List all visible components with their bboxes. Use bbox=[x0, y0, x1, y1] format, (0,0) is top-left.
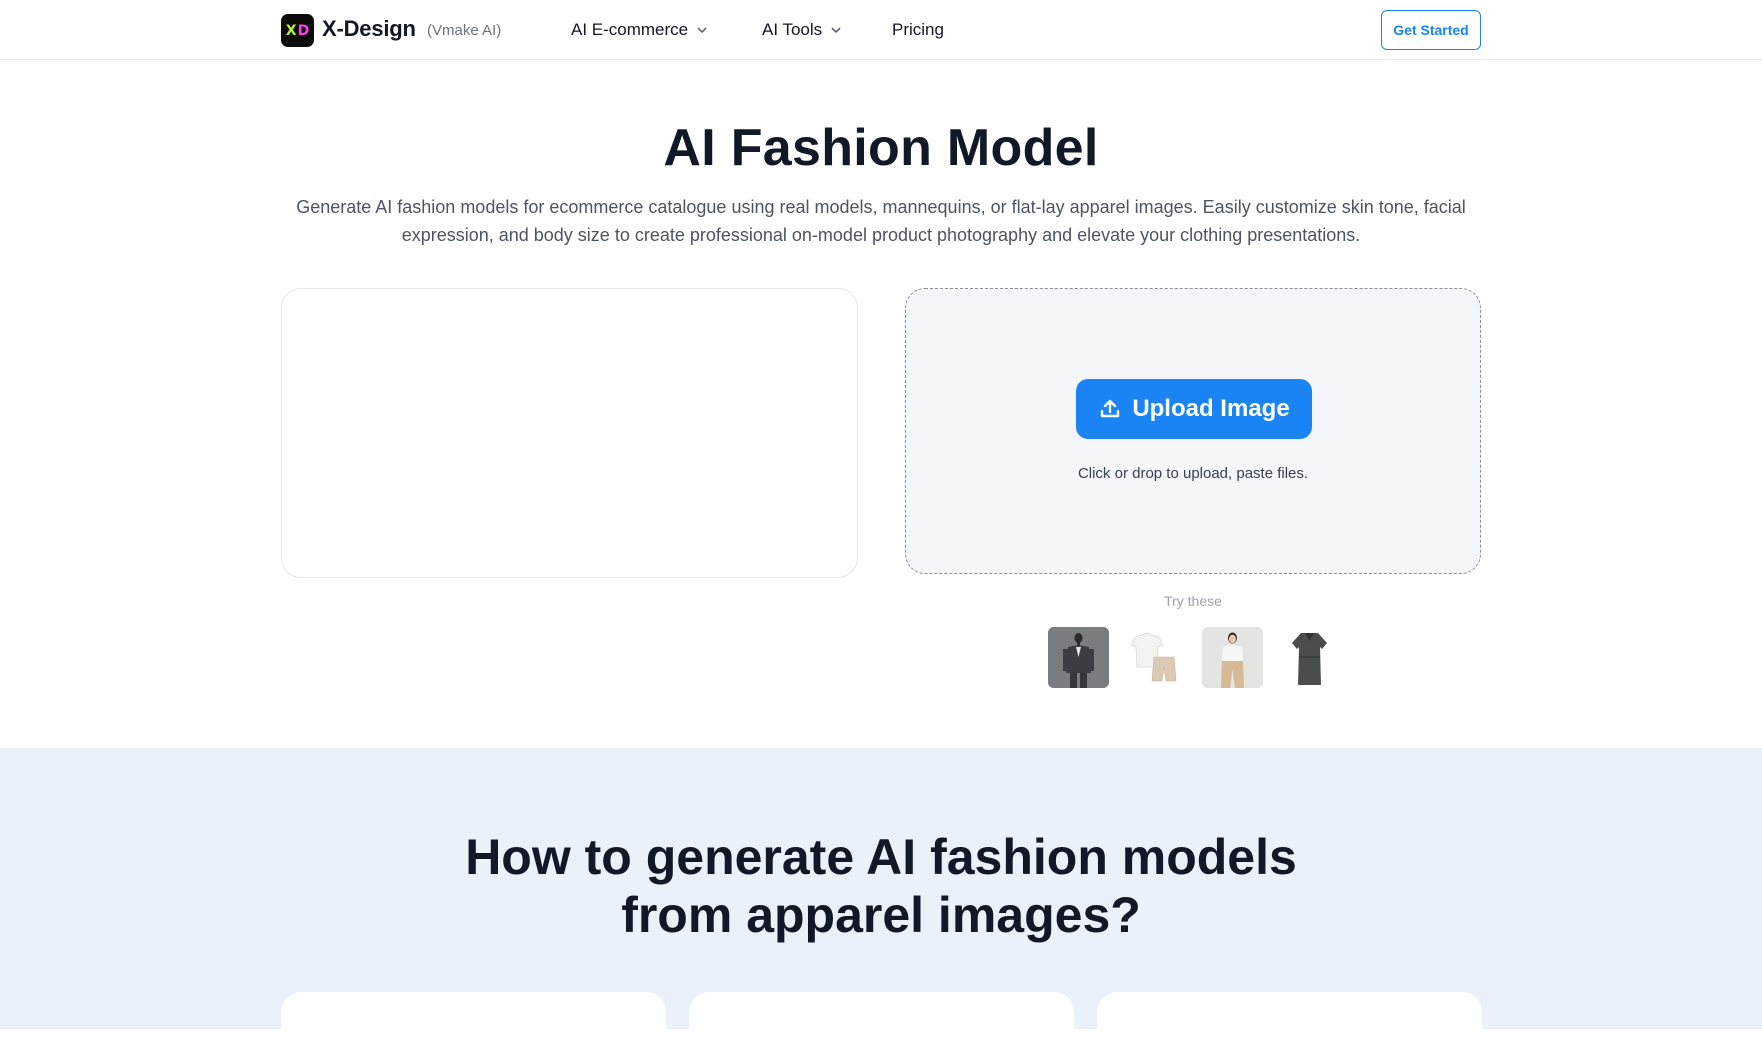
brand-name[interactable]: X-Design bbox=[322, 16, 416, 42]
nav-ai-tools[interactable]: AI Tools bbox=[762, 20, 842, 40]
upload-hint: Click or drop to upload, paste files. bbox=[1077, 465, 1309, 482]
brand-subtitle: (Vmake AI) bbox=[427, 22, 502, 39]
step-card bbox=[689, 992, 1074, 1052]
brand-logo[interactable]: XD bbox=[281, 14, 314, 47]
how-to-title-line1: How to generate AI fashion models bbox=[465, 829, 1297, 885]
page-title: AI Fashion Model bbox=[663, 119, 1099, 177]
step-card bbox=[281, 992, 666, 1052]
page-description: Generate AI fashion models for ecommerce… bbox=[296, 197, 1466, 245]
nav-pricing-label: Pricing bbox=[892, 20, 944, 39]
mannequin-suit-image bbox=[1048, 627, 1109, 688]
sample-flatlay-outfit[interactable] bbox=[1125, 627, 1186, 688]
logo-letter-x: X bbox=[285, 22, 297, 39]
nav-pricing[interactable]: Pricing bbox=[892, 20, 944, 40]
sample-mannequin-suit[interactable] bbox=[1048, 627, 1109, 688]
upload-dropzone[interactable]: Upload Image Click or drop to upload, pa… bbox=[905, 288, 1481, 574]
nav-ai-tools-label: AI Tools bbox=[762, 20, 823, 39]
chevron-down-icon bbox=[831, 27, 841, 34]
sample-images bbox=[1048, 627, 1340, 688]
site-header: XD X-Design (Vmake AI) AI E-commerce AI … bbox=[0, 0, 1762, 60]
model-outfit-image bbox=[1202, 627, 1263, 688]
step-card bbox=[1097, 992, 1482, 1052]
nav-ai-ecommerce[interactable]: AI E-commerce bbox=[571, 20, 708, 40]
sample-dark-dress[interactable] bbox=[1279, 627, 1340, 688]
how-to-section: How to generate AI fashion models from a… bbox=[0, 748, 1762, 1052]
nav-ai-ecommerce-label: AI E-commerce bbox=[571, 20, 689, 39]
upload-icon bbox=[1101, 399, 1120, 418]
sample-model-outfit[interactable] bbox=[1202, 627, 1263, 688]
how-to-title-line2: from apparel images? bbox=[621, 887, 1141, 943]
upload-image-button[interactable]: Upload Image bbox=[1076, 379, 1312, 439]
flatlay-outfit-image bbox=[1125, 627, 1186, 688]
upload-image-label: Upload Image bbox=[1132, 395, 1290, 422]
get-started-button[interactable]: Get Started bbox=[1381, 10, 1481, 50]
how-to-title: How to generate AI fashion models from a… bbox=[0, 828, 1762, 944]
dark-dress-image bbox=[1279, 627, 1340, 688]
try-these-label: Try these bbox=[1164, 593, 1222, 609]
logo-letter-d: D bbox=[297, 22, 310, 39]
preview-panel bbox=[281, 288, 858, 578]
chevron-down-icon bbox=[697, 27, 707, 34]
